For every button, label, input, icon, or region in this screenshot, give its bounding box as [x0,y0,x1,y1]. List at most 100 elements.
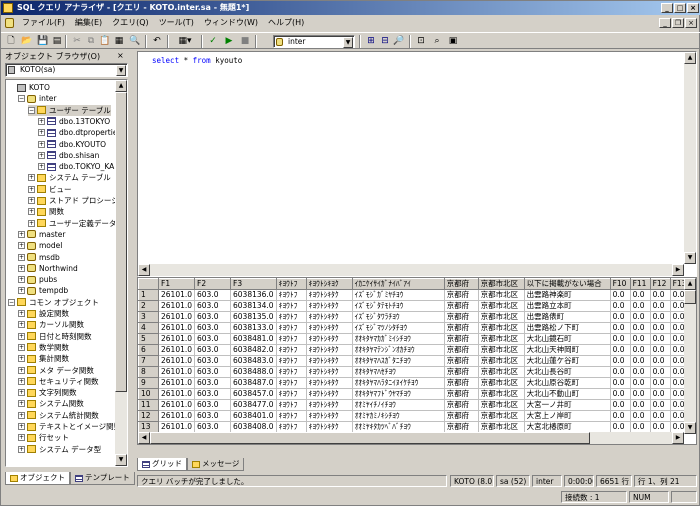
parse-icon[interactable]: ✓ [207,35,219,47]
table-cell[interactable]: 0.0 [609,366,631,378]
table-row[interactable]: 13 26101.0 603.0 6038408.0 ｷﾖｳﾄﾌ ｷﾖｳﾄｼｷﾀｸ ｵｵﾐﾔ… [138,421,691,433]
scroll-down-icon[interactable]: ▼ [684,422,696,434]
tree-node[interactable]: + ビュー [28,184,72,195]
copy-icon[interactable]: ⧉ [85,35,97,47]
table-row[interactable]: 4 26101.0 603.0 6038133.0 ｷﾖｳﾄﾌ ｷﾖｳﾄｼｷﾀｸ ｲｽﾞﾓｼ… [138,322,691,334]
table-cell[interactable]: 出雲路神楽町 [523,289,611,301]
menu-help[interactable]: ヘルプ(H) [263,16,309,30]
table-cell[interactable]: ｷﾖｳﾄﾌ [275,421,307,433]
expand-icon[interactable]: + [18,276,25,284]
table-cell[interactable]: 京都府 [443,366,479,378]
table-cell[interactable]: 6038482.0 [230,344,277,356]
table-cell[interactable]: 京都府 [443,333,479,345]
table-cell[interactable]: 6038133.0 [230,322,277,334]
table-row[interactable]: 2 26101.0 603.0 6038134.0 ｷﾖｳﾄﾌ ｷﾖｳﾄｼｷﾀｸ ｲｽﾞﾓｼ… [138,300,691,312]
table-cell[interactable]: 0.0 [629,355,651,367]
tree-node[interactable]: − inter [18,93,56,104]
table-row[interactable]: 11 26101.0 603.0 6038477.0 ｷﾖｳﾄﾌ ｷﾖｳﾄｼｷﾀｸ ｵｵﾐﾔ… [138,399,691,411]
expand-icon[interactable]: + [18,400,25,408]
table-cell[interactable]: 603.0 [194,388,232,400]
column-header[interactable]: F3 [230,278,277,290]
expand-icon[interactable]: + [18,423,25,430]
expand-icon[interactable]: + [18,366,25,374]
expand-icon[interactable]: + [18,377,25,385]
mdi-restore-button[interactable]: ❐ [672,18,684,28]
object-search-icon[interactable]: ⌕ [431,35,443,47]
editor-scrollbar[interactable]: ▲ ▼ [684,52,696,264]
table-cell[interactable]: 京都府 [443,410,479,422]
table-cell[interactable]: 京都市北区 [477,421,525,433]
expand-icon[interactable]: + [18,355,25,363]
table-cell[interactable]: 603.0 [194,333,232,345]
tree-node[interactable]: + システム テーブル [28,172,111,183]
table-cell[interactable]: 6038487.0 [230,377,277,389]
table-cell[interactable]: 京都市北区 [477,399,525,411]
tree-node[interactable]: KOTO [8,82,50,93]
expand-icon[interactable]: + [18,434,25,442]
table-cell[interactable]: 大北山蓮ケ谷町 [523,355,611,367]
table-cell[interactable]: 26101.0 [157,377,196,389]
table-cell[interactable]: 大北山不動山町 [523,388,611,400]
undo-icon[interactable]: ↶ [151,35,163,47]
table-cell[interactable]: 京都府 [443,311,479,323]
table-cell[interactable]: 0.0 [629,421,651,433]
tree-node[interactable]: + 日付と時刻関数 [18,331,92,342]
expand-icon[interactable]: + [18,332,25,340]
expand-icon[interactable]: + [38,129,45,137]
table-cell[interactable]: ｷﾖｳﾄﾌ [275,289,307,301]
sql-text[interactable]: select * from kyouto [152,56,242,65]
tree-node[interactable]: + msdb [18,252,60,263]
table-cell[interactable]: 京都府 [443,388,479,400]
expand-icon[interactable]: + [38,140,45,148]
show-trace-icon[interactable]: ⊟ [379,35,391,47]
table-cell[interactable]: 6038408.0 [230,421,277,433]
tree-scrollbar[interactable]: ▲ ▼ [115,80,127,466]
table-cell[interactable]: 0.0 [649,289,671,301]
table-cell[interactable]: 0.0 [629,289,651,301]
column-header[interactable] [138,278,159,290]
table-cell[interactable]: 603.0 [194,410,232,422]
tree-node[interactable]: + システム関数 [18,398,84,409]
scroll-left-icon[interactable]: ◀ [138,264,150,276]
table-cell[interactable]: ｷﾖｳﾄｼｷﾀｸ [305,300,353,312]
table-row[interactable]: 1 26101.0 603.0 6038136.0 ｷﾖｳﾄﾌ ｷﾖｳﾄｼｷﾀｸ ｲｽﾞﾓｼ… [138,289,691,301]
scroll-thumb[interactable] [115,92,127,392]
expand-icon[interactable]: + [18,264,25,272]
tree-node[interactable]: + Northwind [18,263,78,274]
table-cell[interactable]: 京都府 [443,289,479,301]
table-cell[interactable]: 0.0 [609,388,631,400]
table-cell[interactable]: ｷﾖｳﾄｼｷﾀｸ [305,289,353,301]
table-cell[interactable]: ｵｵﾐﾔｶﾐﾉｷｼﾁﾖｳ [351,410,445,422]
table-cell[interactable]: ｷﾖｳﾄﾌ [275,311,307,323]
clear-icon[interactable]: ▦ [113,35,125,47]
row-header[interactable]: 2 [138,300,159,312]
table-cell[interactable]: 0.0 [649,344,671,356]
table-cell[interactable]: 603.0 [194,311,232,323]
scroll-up-icon[interactable]: ▲ [115,80,127,92]
table-cell[interactable]: ｵｵｷﾀﾔﾏﾃﾝｼﾞﾝｵｶﾁﾖｳ [351,344,445,356]
table-cell[interactable]: 26101.0 [157,311,196,323]
table-cell[interactable]: 0.0 [609,333,631,345]
column-header[interactable]: ｲｶﾆｹｲｻｲｶﾞﾅｲﾊﾞｱｲ [351,278,445,290]
expand-icon[interactable]: + [38,151,45,159]
tree-node[interactable]: + dbo.13TOKYO [38,116,110,127]
expand-icon[interactable]: + [18,389,25,397]
tab-grid[interactable]: グリッド [137,458,187,471]
table-cell[interactable]: 26101.0 [157,289,196,301]
table-cell[interactable]: 0.0 [609,355,631,367]
table-cell[interactable]: 0.0 [629,377,651,389]
tree-node[interactable]: + dbo.dtproperties [38,127,121,138]
table-cell[interactable]: 0.0 [629,399,651,411]
expand-icon[interactable]: + [18,310,25,317]
row-header[interactable]: 9 [138,377,159,389]
table-cell[interactable]: 0.0 [649,421,671,433]
column-header[interactable]: F12 [649,278,671,290]
table-cell[interactable]: 6038481.0 [230,333,277,345]
table-cell[interactable]: 0.0 [609,311,631,323]
expand-icon[interactable]: + [18,411,25,419]
mdi-close-button[interactable]: × [685,18,697,28]
table-cell[interactable]: 出雲路俵町 [523,311,611,323]
table-cell[interactable]: 0.0 [609,322,631,334]
table-cell[interactable]: ｲｽﾞﾓｼﾞﾀﾃﾓﾄﾁﾖｳ [351,300,445,312]
table-cell[interactable]: ｷﾖｳﾄｼｷﾀｸ [305,421,353,433]
